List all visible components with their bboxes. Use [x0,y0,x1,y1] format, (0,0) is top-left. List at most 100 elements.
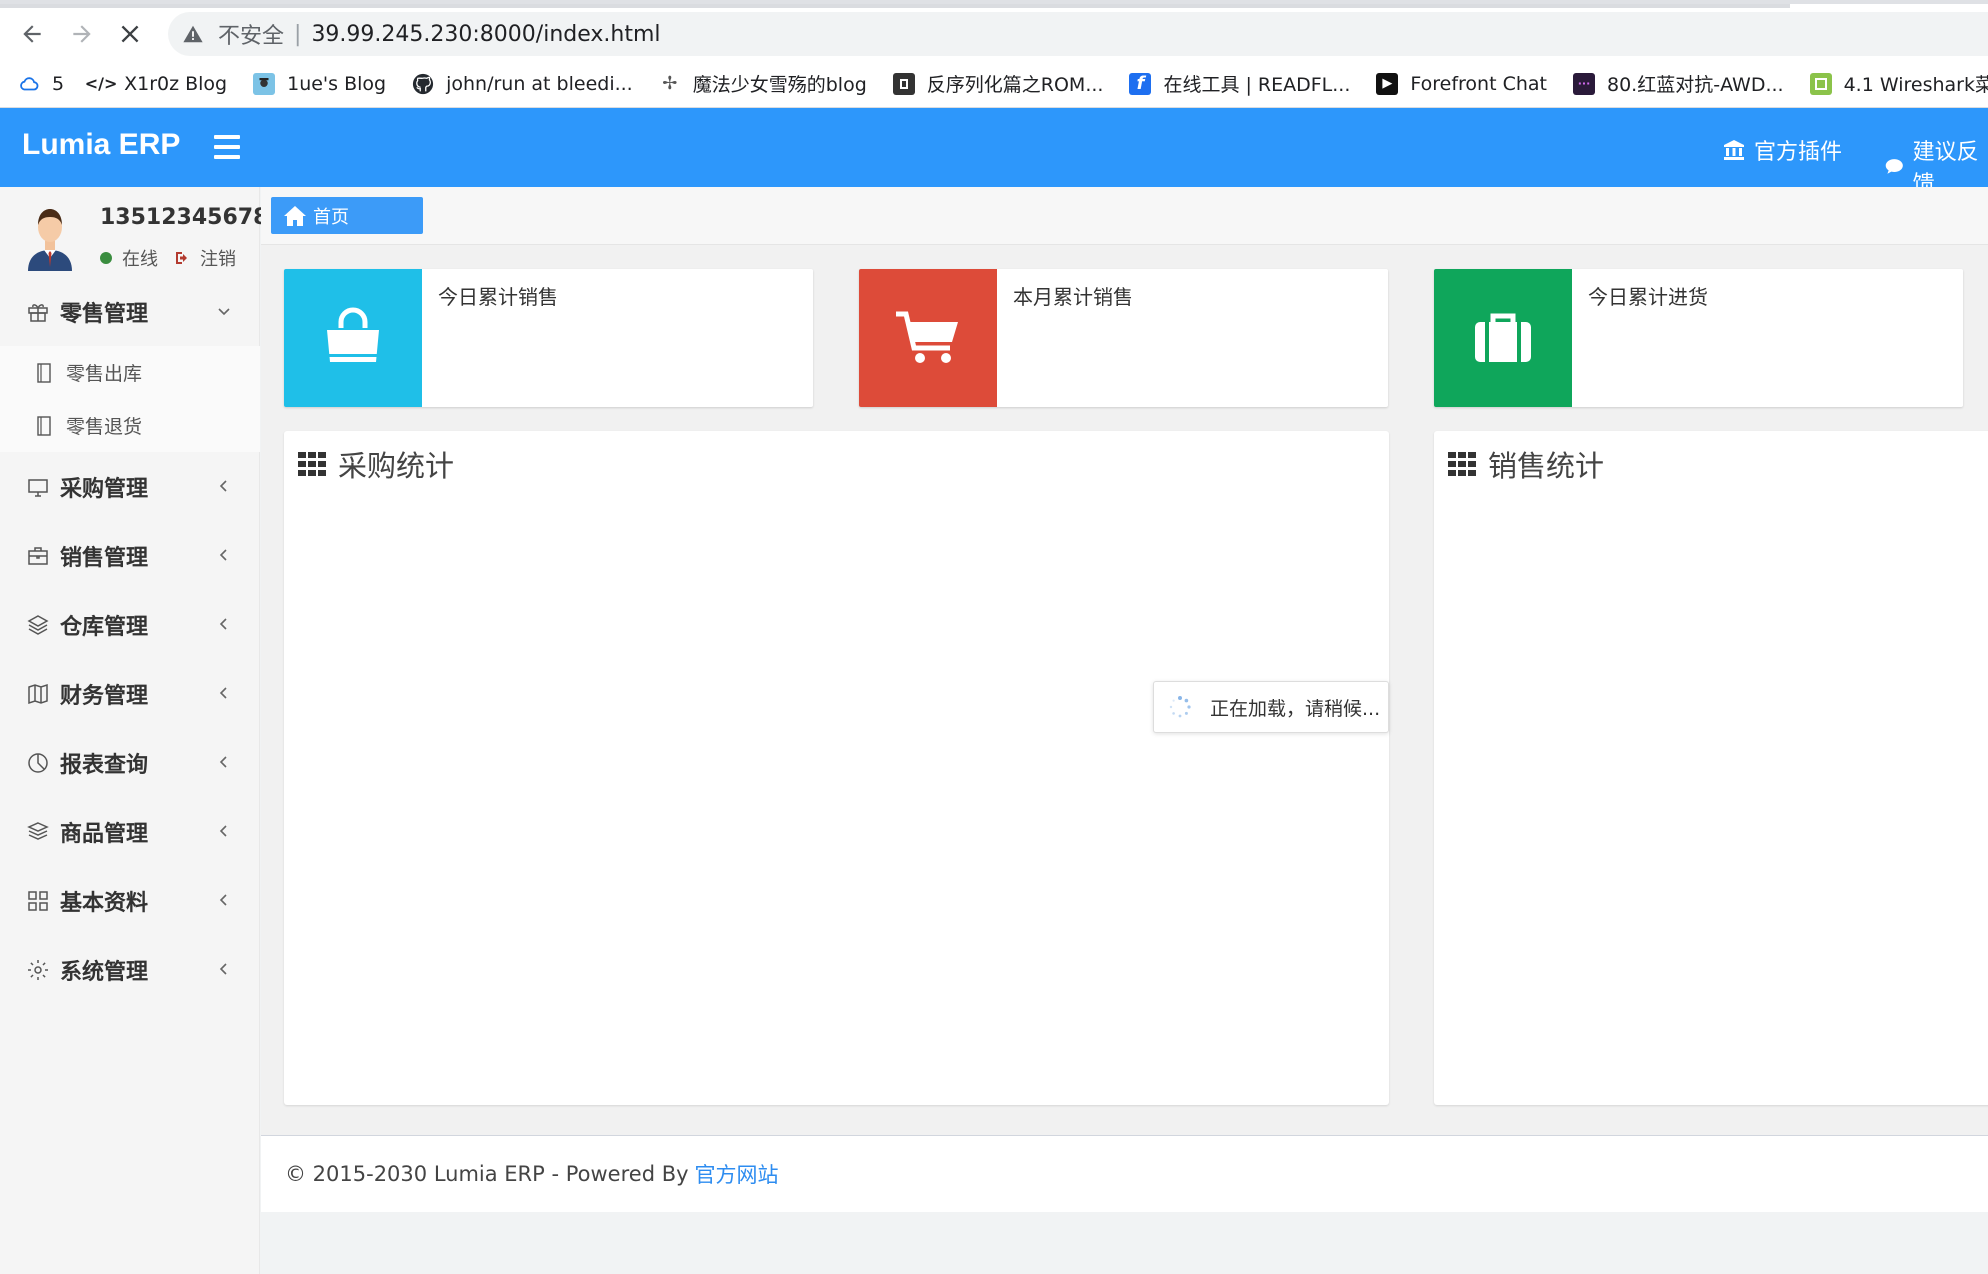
loading-text: 正在加载，请稍候... [1210,697,1381,720]
bookmark-item[interactable]: ··· 80.红蓝对抗-AWD... [1573,70,1784,97]
bookmark-label: X1r0z Blog [124,72,228,95]
bookmark-item[interactable]: 5 [18,73,64,95]
sidebar-item-system[interactable]: 系统管理 [0,935,260,1004]
bookmarks-bar: 5 </> X1r0z Blog 1ue's Blog john/run at … [0,60,1988,108]
chevron-left-icon [219,756,227,768]
sidebar-item-retail[interactable]: 零售管理 [0,277,260,346]
home-icon [284,205,306,226]
chevron-left-icon [219,963,227,975]
sidebar-subitem-retail-out[interactable]: 零售出库 [0,346,260,399]
purchase-stats-panel: 采购统计 [284,431,1389,1105]
forward-button[interactable] [62,14,102,54]
bookmark-item[interactable]: ▶ Forefront Chat [1376,72,1547,95]
info-box-icon [859,269,997,407]
comment-icon [1885,159,1903,174]
shopping-bag-icon [327,307,379,362]
bookmark-label: 4.1 Wireshark菜单... [1843,74,1988,96]
sidebar-item-label: 系统管理 [60,959,149,985]
info-box-label: 今日累计销售 [438,285,558,309]
box-icon [892,72,915,95]
arrow-left-icon [23,25,41,43]
sidebar-item-label: 基本资料 [60,890,149,916]
page-footer: © 2015-2030 Lumia ERP - Powered By 官方网站 [261,1135,1988,1212]
bookmark-item[interactable]: 4.1 Wireshark菜单... [1809,70,1988,97]
panel-title-text: 销售统计 [1488,449,1605,483]
github-icon [412,73,434,95]
panel-title: 采购统计 [298,443,454,485]
th-grid-icon [1448,452,1476,476]
close-icon [121,25,139,43]
sparkle-icon: ✢ [662,73,678,94]
sidebar-item-purchase[interactable]: 采购管理 [0,452,260,521]
app-header: Lumia ERP 官方插件 建议反馈 [0,108,1988,197]
brand-logo[interactable]: Lumia ERP [22,128,180,162]
bookmark-label: 1ue's Blog [287,72,387,95]
bookmark-label: 魔法少女雪殇的blog [692,74,867,96]
chevron-left-icon [219,687,227,699]
code-icon: </> [84,74,118,93]
info-box-label: 本月累计销售 [1013,285,1133,309]
graduate-icon [253,72,276,95]
bookmark-item[interactable]: ✢ 魔法少女雪殇的blog [659,70,867,97]
sidebar-item-label: 采购管理 [60,476,149,502]
loading-progress-line [0,4,1790,8]
bookmark-item[interactable]: 1ue's Blog [253,72,387,95]
browser-toolbar: 不安全 | 39.99.245.230:8000/index.html [0,0,1988,60]
bookmark-item[interactable]: </> X1r0z Blog [84,72,228,95]
sales-stats-panel: 销售统计 [1434,431,1988,1105]
stop-loading-button[interactable] [110,14,150,54]
settings-icon [28,959,48,980]
layers-icon [27,614,49,635]
user-status: 在线 注销 [100,245,236,271]
sidebar-item-sales[interactable]: 销售管理 [0,521,260,590]
sidebar-item-reports[interactable]: 报表查询 [0,728,260,797]
bookmark-item[interactable]: john/run at bleedi... [412,73,633,95]
bookmark-label: 80.红蓝对抗-AWD... [1607,74,1784,96]
chevron-left-icon [219,549,227,561]
pie-icon [28,752,48,773]
sidebar-subitem-label: 零售出库 [66,363,143,385]
sidebar-item-label: 商品管理 [60,821,149,847]
insecure-label: 不安全 [218,24,285,49]
retail-submenu: 零售出库 零售退货 [0,346,260,452]
logout-link[interactable]: 注销 [200,245,236,271]
sidebar-item-label: 销售管理 [60,545,149,571]
bookmark-item[interactable]: 反序列化篇之ROM... [892,70,1103,97]
sidebar-subitem-retail-return[interactable]: 零售退货 [0,399,260,452]
tab-home[interactable]: 首页 [271,197,423,234]
address-bar[interactable]: 不安全 | 39.99.245.230:8000/index.html [168,12,1988,56]
official-site-link[interactable]: 官方网站 [695,1159,779,1189]
sidebar-toggle-button[interactable] [214,135,240,159]
sidebar-item-label: 报表查询 [60,752,149,778]
loading-indicator: 正在加载，请稍候... [1153,681,1389,733]
sidebar-item-finance[interactable]: 财务管理 [0,659,260,728]
sidebar-item-label: 零售管理 [60,301,149,327]
info-box-icon [284,269,422,407]
bookmark-item[interactable]: f 在线工具 | READFL... [1129,70,1350,97]
sidebar-item-basic-data[interactable]: 基本资料 [0,866,260,935]
sidebar-item-warehouse[interactable]: 仓库管理 [0,590,260,659]
dashboard-content: 今日累计销售 本月累计销售 今日累计进货 采购统计 销售统计 [261,245,1988,1135]
chevron-left-icon [219,894,227,906]
avatar [28,209,72,271]
sign-out-icon [176,252,187,264]
map-icon [28,683,48,704]
footer-copyright: © 2015-2030 Lumia ERP - Powered By [285,1162,689,1186]
gift-icon [28,303,48,322]
url-separator: | [294,21,302,47]
online-label: 在线 [122,249,158,270]
info-box-month-sales: 本月累计销售 [859,269,1388,407]
th-grid-icon [298,452,326,476]
chevron-left-icon [219,825,227,837]
tab-home-label: 首页 [313,206,349,228]
panel-title: 销售统计 [1448,443,1604,485]
info-box-today-purchase: 今日累计进货 [1434,269,1963,407]
online-status-dot [100,252,112,264]
official-plugins-link[interactable]: 官方插件 [1722,134,1842,166]
back-button[interactable] [12,14,52,54]
chevron-left-icon [219,618,227,630]
sidebar-menu: 零售管理 零售出库 零售退货 采购管理 销售管理 仓库管理 财务管理 报表查询 … [0,277,260,1004]
sidebar-item-products[interactable]: 商品管理 [0,797,260,866]
sheet-icon [1809,72,1832,95]
info-box-label: 今日累计进货 [1588,285,1708,309]
